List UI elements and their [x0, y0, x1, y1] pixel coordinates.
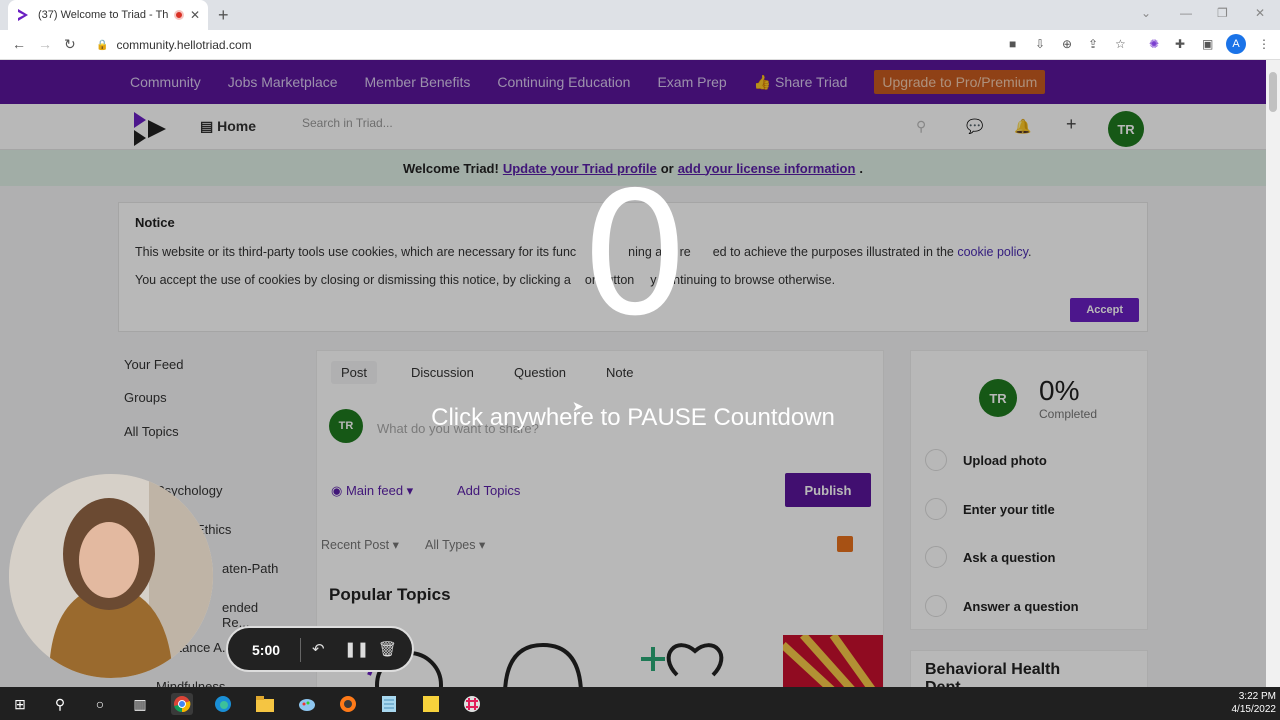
minimize-icon[interactable]: — — [1180, 6, 1192, 20]
forward-icon[interactable]: → — [38, 36, 52, 52]
browser-tab[interactable]: (37) Welcome to Triad - The ✕ — [8, 0, 208, 30]
menu-kebab-icon[interactable]: ⋮ — [1258, 37, 1270, 51]
side-panel-icon[interactable]: ▣ — [1202, 37, 1213, 51]
triad-favicon-icon — [16, 8, 30, 22]
tab-title: (37) Welcome to Triad - The — [38, 9, 168, 21]
taskbar-search-icon[interactable]: ⚲ — [49, 693, 71, 715]
close-tab-icon[interactable]: ✕ — [190, 8, 200, 22]
reload-icon[interactable]: ↻ — [64, 36, 76, 53]
address-bar: ← → ↻ 🔒 community.hellotriad.com ■ ⇩ ⊕ ⇪… — [0, 30, 1280, 60]
extensions-puzzle-icon[interactable]: ✚ — [1175, 37, 1185, 51]
divider — [300, 638, 301, 662]
clock-time: 3:22 PM — [1238, 691, 1276, 702]
clock-date: 4/15/2022 — [1231, 704, 1277, 715]
firefox-icon[interactable] — [337, 693, 359, 715]
scrollbar-thumb[interactable] — [1269, 72, 1277, 112]
zoom-icon[interactable]: ⊕ — [1062, 37, 1072, 51]
paint-icon[interactable] — [296, 693, 318, 715]
url-field[interactable]: 🔒 community.hellotriad.com — [96, 34, 996, 56]
camera-icon[interactable]: ■ — [1009, 37, 1016, 51]
undo-icon[interactable]: ↶ — [312, 640, 325, 658]
extension-loom-icon[interactable]: ✺ — [1149, 37, 1159, 51]
notepad-icon[interactable] — [378, 693, 400, 715]
chrome-icon[interactable] — [171, 693, 193, 715]
edge-icon[interactable] — [212, 693, 234, 715]
page-scrollbar[interactable] — [1266, 60, 1280, 687]
new-tab-icon[interactable]: + — [218, 5, 229, 26]
windows-start-icon[interactable]: ⊞ — [9, 693, 31, 715]
slack-icon[interactable] — [461, 693, 483, 715]
recording-indicator-icon — [173, 10, 184, 20]
trash-icon[interactable]: 🗑 — [378, 640, 397, 658]
webcam-bubble[interactable] — [9, 474, 213, 678]
windows-taskbar: ⊞ ⚲ ○ ▥ 3:22 PM 4/15/2022 — [0, 687, 1280, 720]
pause-icon[interactable]: ❚❚ — [344, 640, 369, 658]
presenter-video — [9, 474, 213, 678]
lock-icon: 🔒 — [96, 39, 109, 51]
share-icon[interactable]: ⇪ — [1088, 37, 1098, 51]
cortana-icon[interactable]: ○ — [89, 693, 111, 715]
profile-avatar[interactable]: A — [1226, 34, 1246, 54]
bookmark-star-icon[interactable]: ☆ — [1115, 37, 1126, 51]
recording-timer: 5:00 — [252, 642, 281, 658]
file-explorer-icon[interactable] — [254, 693, 276, 715]
system-clock[interactable]: 3:22 PM 4/15/2022 — [1220, 690, 1277, 716]
close-window-icon[interactable]: ✕ — [1255, 6, 1265, 20]
countdown-number: 0 — [580, 156, 690, 354]
task-view-icon[interactable]: ▥ — [129, 693, 151, 715]
tab-search-icon[interactable]: ⌄ — [1141, 6, 1151, 20]
maximize-icon[interactable]: ❐ — [1217, 6, 1228, 20]
pause-countdown-message[interactable]: Click anywhere to PAUSE Countdown — [0, 404, 1266, 432]
recorder-controls: 5:00 ↶ ❚❚ 🗑 — [226, 626, 414, 672]
mouse-cursor-icon: ➤ — [572, 398, 584, 414]
install-icon[interactable]: ⇩ — [1035, 37, 1045, 51]
browser-tabstrip: (37) Welcome to Triad - The ✕ + ⌄ — ❐ ✕ — [0, 0, 1280, 30]
url-text: community.hellotriad.com — [116, 38, 252, 52]
back-icon[interactable]: ← — [12, 36, 26, 52]
sticky-notes-icon[interactable] — [420, 693, 442, 715]
